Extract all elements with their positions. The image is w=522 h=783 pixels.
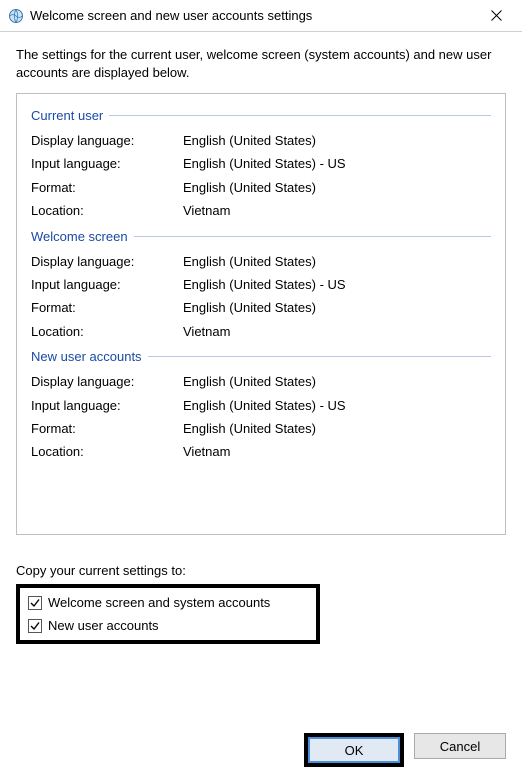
label-format: Format: [31,417,183,440]
value-display-language: English (United States) [183,370,491,393]
checkbox-welcome-screen[interactable] [28,596,42,610]
checkbox-label-welcome-screen: Welcome screen and system accounts [48,595,270,610]
value-display-language: English (United States) [183,250,491,273]
settings-panel: Current user Display language: English (… [16,93,506,535]
label-display-language: Display language: [31,370,183,393]
value-location: Vietnam [183,440,491,463]
group-title-welcome-screen: Welcome screen [31,229,128,244]
window-title: Welcome screen and new user accounts set… [30,8,478,23]
group-header-new-user: New user accounts [31,349,491,364]
value-format: English (United States) [183,176,491,199]
label-input-language: Input language: [31,273,183,296]
checkbox-label-new-user: New user accounts [48,618,159,633]
row-current-format: Format: English (United States) [31,176,491,199]
label-display-language: Display language: [31,129,183,152]
group-header-current-user: Current user [31,108,491,123]
group-divider [109,115,491,116]
ok-button[interactable]: OK [308,737,400,763]
value-input-language: English (United States) - US [183,152,491,175]
value-input-language: English (United States) - US [183,394,491,417]
copy-settings-label: Copy your current settings to: [16,563,506,578]
label-format: Format: [31,176,183,199]
checkmark-icon [30,598,40,608]
checkbox-new-user[interactable] [28,619,42,633]
close-icon [491,10,502,21]
value-location: Vietnam [183,199,491,222]
value-format: English (United States) [183,296,491,319]
checkbox-row-new-user[interactable]: New user accounts [28,616,306,635]
group-header-welcome-screen: Welcome screen [31,229,491,244]
label-format: Format: [31,296,183,319]
group-title-current-user: Current user [31,108,103,123]
label-input-language: Input language: [31,152,183,175]
row-newuser-input-language: Input language: English (United States) … [31,394,491,417]
value-display-language: English (United States) [183,129,491,152]
checkbox-row-welcome-screen[interactable]: Welcome screen and system accounts [28,593,306,612]
ok-button-highlight: OK [304,733,404,767]
row-current-location: Location: Vietnam [31,199,491,222]
row-welcome-input-language: Input language: English (United States) … [31,273,491,296]
intro-text: The settings for the current user, welco… [16,46,506,81]
button-bar: OK Cancel [0,733,522,783]
row-welcome-location: Location: Vietnam [31,320,491,343]
cancel-button[interactable]: Cancel [414,733,506,759]
label-location: Location: [31,440,183,463]
value-format: English (United States) [183,417,491,440]
globe-icon [8,8,24,24]
titlebar: Welcome screen and new user accounts set… [0,0,522,32]
row-current-display-language: Display language: English (United States… [31,129,491,152]
value-location: Vietnam [183,320,491,343]
row-newuser-format: Format: English (United States) [31,417,491,440]
value-input-language: English (United States) - US [183,273,491,296]
group-divider [134,236,491,237]
row-newuser-location: Location: Vietnam [31,440,491,463]
row-current-input-language: Input language: English (United States) … [31,152,491,175]
label-display-language: Display language: [31,250,183,273]
label-location: Location: [31,320,183,343]
close-button[interactable] [478,1,514,31]
group-title-new-user: New user accounts [31,349,142,364]
label-location: Location: [31,199,183,222]
row-welcome-display-language: Display language: English (United States… [31,250,491,273]
checkmark-icon [30,621,40,631]
dialog-body: The settings for the current user, welco… [0,32,522,660]
row-welcome-format: Format: English (United States) [31,296,491,319]
group-divider [148,356,491,357]
label-input-language: Input language: [31,394,183,417]
copy-checkbox-group: Welcome screen and system accounts New u… [16,584,320,644]
row-newuser-display-language: Display language: English (United States… [31,370,491,393]
